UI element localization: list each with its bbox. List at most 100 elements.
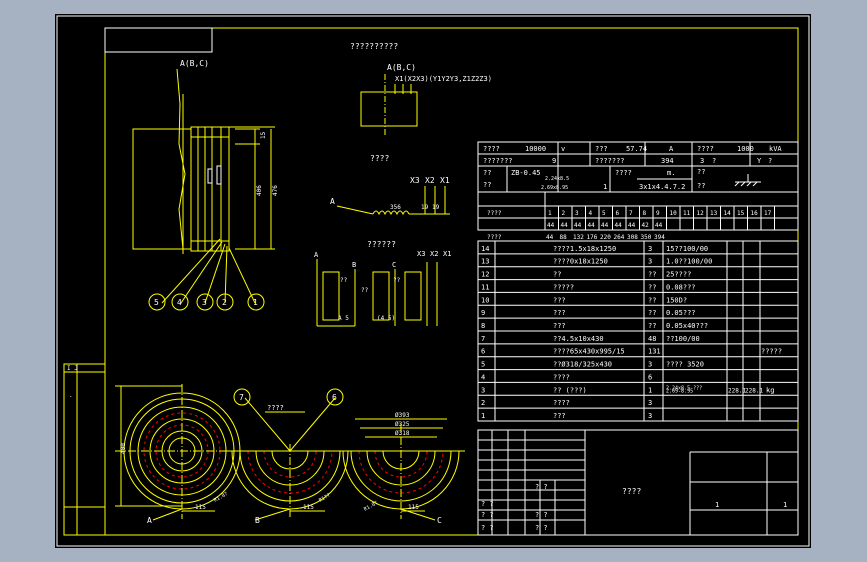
left-strip — [63, 363, 106, 536]
count-header-cell: 17 — [764, 210, 772, 217]
tap-terminal-2: X2 — [425, 176, 435, 185]
spec-row3-wire1: 2.24x8.5 — [545, 176, 569, 182]
count-header-cell: 4 — [589, 210, 593, 217]
dim-15: 15 — [260, 131, 267, 139]
count-row1-cell: 44 — [655, 222, 663, 229]
bom-name: ???? — [553, 373, 570, 381]
bom-number: 14 — [481, 245, 489, 253]
spec-r2-c2: 9 — [552, 157, 556, 165]
bom-name: ???? — [553, 399, 570, 407]
bom-number: 8 — [481, 322, 485, 330]
count-header-cell: 14 — [724, 210, 732, 217]
tap-a-label: A — [330, 197, 335, 206]
count-row1-cell: 44 — [574, 222, 582, 229]
wiring-phase-c: C — [392, 261, 396, 269]
bom-name: ??? — [553, 412, 566, 420]
count-header-cell: 8 — [643, 210, 647, 217]
dim-406: 406 — [256, 185, 263, 196]
bom-number: 2 — [481, 399, 485, 407]
title-block-name: ???? — [622, 487, 641, 496]
small-dim-c: R1.8? — [363, 500, 379, 513]
count-header-cell: 11 — [683, 210, 691, 217]
bom-number: 11 — [481, 283, 489, 291]
bom-number: 7 — [481, 335, 485, 343]
bom-number: 9 — [481, 309, 485, 317]
bom-number: 5 — [481, 361, 485, 369]
count-header-cell: 5 — [602, 210, 606, 217]
front-view — [132, 68, 275, 304]
count-row1-cell: 44 — [601, 222, 609, 229]
drawing-sheet: ?????????? A(B,C) A(B,C) X1(X2X3)(Y1Y2Y3… — [55, 14, 811, 548]
spec-row3-mid: ???? — [615, 169, 632, 177]
bom-spec: 0.05x40??? — [666, 322, 708, 330]
count-header-cell: 13 — [710, 210, 718, 217]
bom-spec: 25???? — [666, 271, 691, 279]
view-label-left: A(B,C) — [180, 59, 209, 68]
bom-spec: ??100/00 — [666, 335, 700, 343]
count-row1-cell: 44 — [628, 222, 636, 229]
count-header-cell: 6 — [616, 210, 620, 217]
plan-view-b — [227, 388, 355, 521]
bom-spec: 15??100/00 — [666, 245, 708, 253]
count-header-cell: 12 — [697, 210, 705, 217]
spec-r2-c8: ? — [712, 157, 716, 165]
spec-r1-c8: 1000 — [737, 145, 754, 153]
bom-spec: 1.0??100/00 — [666, 258, 712, 266]
plan-label-c: C — [437, 516, 442, 525]
bom-qty: 3 — [648, 258, 652, 266]
spec-row3-rlabel: ?? — [697, 168, 705, 176]
bom-name: ??4.5x10x430 — [553, 335, 604, 343]
count-header-label: ???? — [487, 210, 502, 217]
bom-qty: 3 — [648, 245, 652, 253]
bom-name: ??? — [553, 309, 566, 317]
wiring-title: ?????? — [367, 240, 396, 249]
bom-name: ??? — [553, 322, 566, 330]
bom-qty: 3 — [648, 361, 652, 369]
spec-r2-c1: ??????? — [483, 157, 513, 165]
count-header-cell: 3 — [575, 210, 579, 217]
dim-115-c: 115 — [408, 504, 419, 511]
callout-7: 7 — [239, 393, 244, 402]
bom-number: 4 — [481, 373, 485, 381]
spec-row3-unit: m. — [667, 169, 675, 177]
callout-6: 6 — [332, 393, 337, 402]
winding-terminals: X1(X2X3)(Y1Y2Y3,Z1Z2Z3) — [395, 75, 492, 83]
bom-number: 12 — [481, 271, 489, 279]
tap-title: ???? — [370, 154, 389, 163]
plan-center-mark: ???? — [267, 404, 284, 412]
tap-number-1: 356 — [390, 204, 401, 211]
dim-476: 476 — [272, 185, 279, 196]
spec-r2-c7: 3 — [700, 157, 704, 165]
spec-r2-c9: Y — [757, 157, 762, 165]
title-right-2: 1 — [783, 501, 787, 509]
callout-5: 5 — [154, 298, 159, 307]
bom-qty: 6 — [648, 373, 652, 381]
callout-1: 1 — [253, 298, 258, 307]
spec-r1-c3: v — [561, 145, 565, 153]
count-header-cell: 15 — [737, 210, 745, 217]
tap-number-2: 19 — [421, 204, 429, 211]
count-header-cell: 7 — [629, 210, 633, 217]
wiring-phase-a: A — [314, 251, 319, 259]
count-row2-cell: 132 — [573, 234, 584, 241]
spec-r1-c6: A — [669, 145, 674, 153]
bom-extra: ????? — [761, 348, 782, 356]
title-small-3: ? ? — [481, 511, 494, 519]
bom-spec: ???? 3520 — [666, 361, 704, 369]
bom-qty: ?? — [648, 309, 656, 317]
count-header-cell: 2 — [562, 210, 566, 217]
title-small-2: ? ? — [481, 500, 494, 508]
plan-view-a — [115, 384, 249, 521]
spec-r1-c4: ??? — [595, 145, 608, 153]
count-row2-cell: 220 — [600, 234, 611, 241]
cad-drawing: ?????????? A(B,C) A(B,C) X1(X2X3)(Y1Y2Y3… — [56, 15, 810, 547]
spec-row3-label1: ?? — [483, 169, 491, 177]
spec-r2-c10: ? — [768, 157, 772, 165]
bom-qty: 48 — [648, 335, 656, 343]
wiring-phase-b: B — [352, 261, 356, 269]
spec-r2-c4: ??????? — [595, 157, 625, 165]
title-small-4: ? ? — [481, 524, 494, 532]
spec-row3-n2: 3x1x4.4.7.2 — [639, 183, 685, 191]
bom-spec: 0.08??? — [666, 283, 696, 291]
count-header-cell: 1 — [548, 210, 552, 217]
